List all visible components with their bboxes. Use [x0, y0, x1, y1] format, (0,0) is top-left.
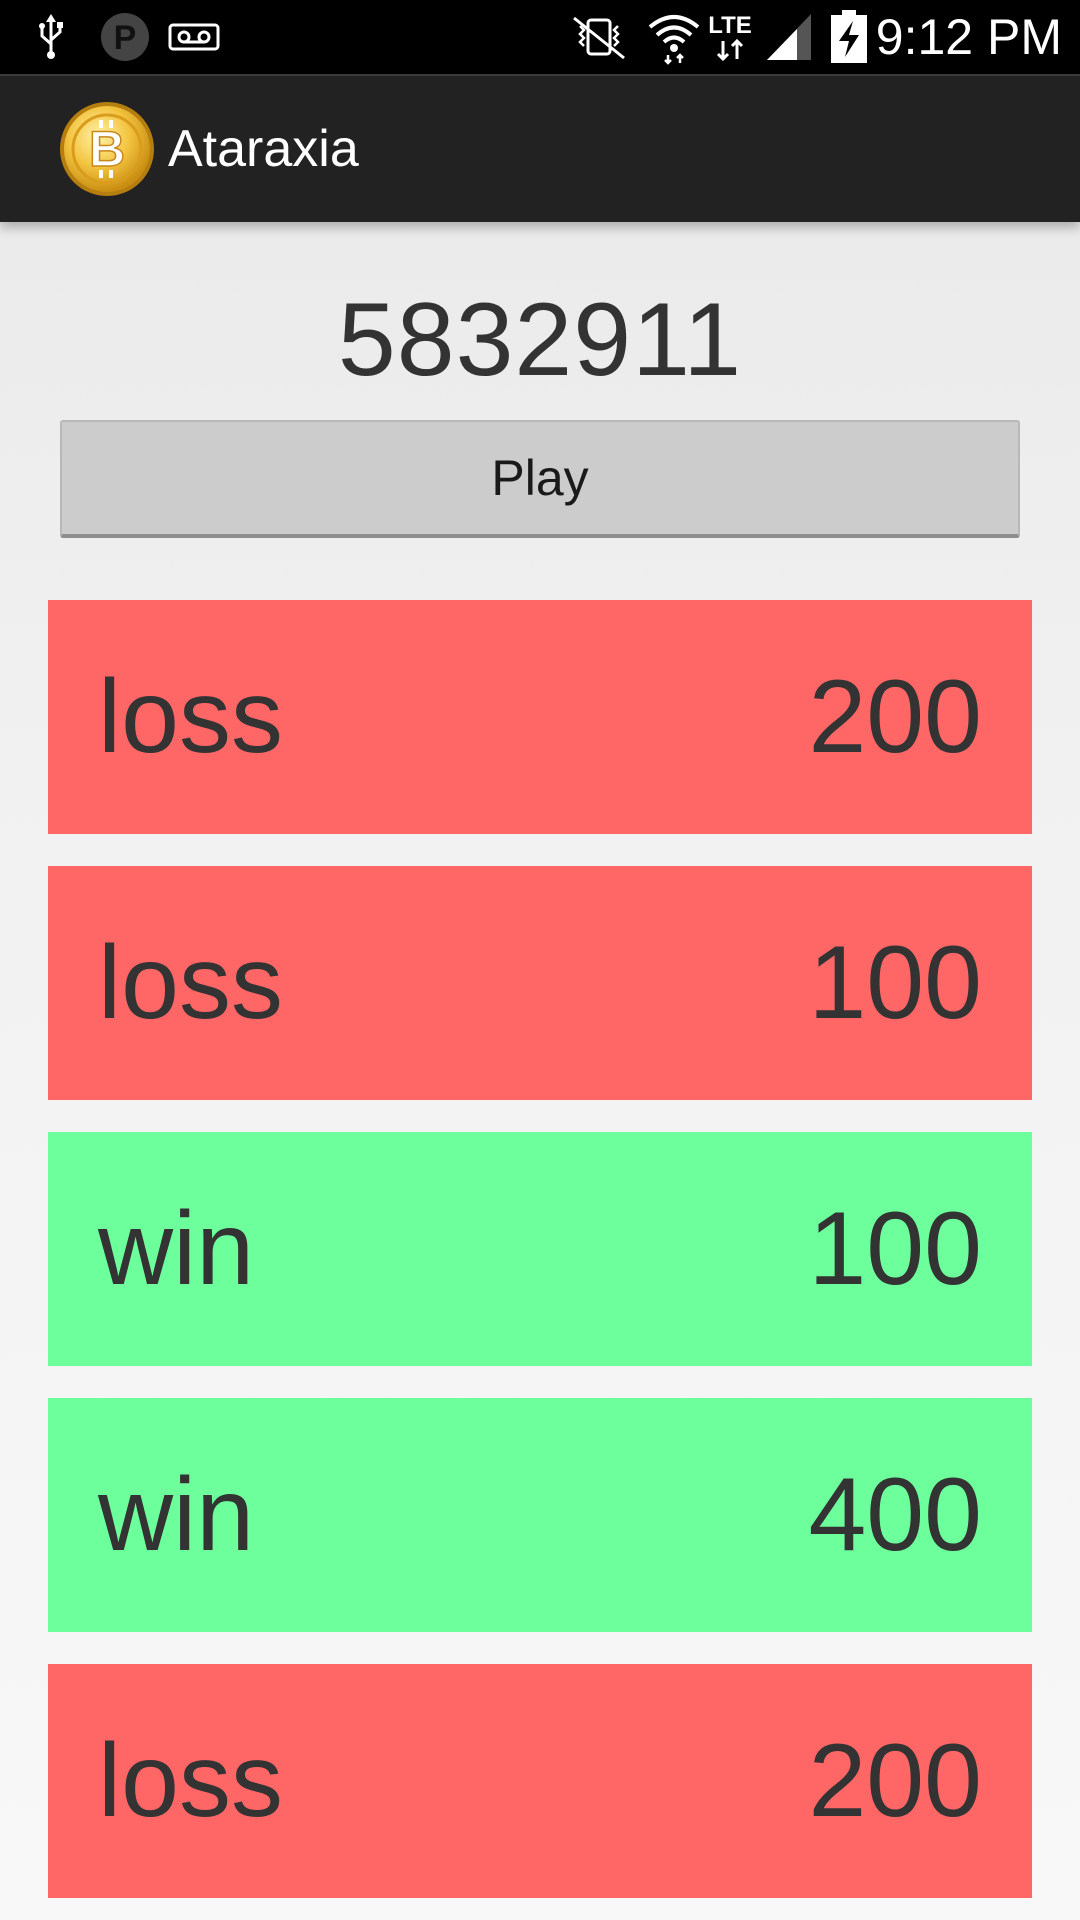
lte-label: LTE	[708, 12, 752, 39]
vibrate-mute-icon	[562, 0, 636, 74]
result-amount: 100	[808, 1191, 982, 1307]
status-time: 9:12 PM	[875, 9, 1062, 65]
lte-icon: LTE	[702, 0, 758, 74]
usb-icon	[28, 0, 74, 74]
result-amount: 100	[808, 925, 982, 1041]
result-row: win 100	[48, 1132, 1032, 1366]
result-outcome: loss	[98, 925, 283, 1041]
result-outcome: loss	[98, 659, 283, 775]
action-bar: B Ataraxia	[0, 74, 1080, 222]
result-row: loss 200	[48, 1664, 1032, 1898]
signal-icon	[764, 0, 814, 74]
status-bar: P LTE 9:12 PM	[0, 0, 1080, 74]
svg-text:P: P	[114, 19, 137, 57]
p-icon: P	[98, 0, 152, 74]
result-amount: 400	[808, 1457, 982, 1573]
voicemail-icon	[168, 0, 220, 74]
result-outcome: win	[98, 1191, 255, 1307]
bitcoin-logo-icon[interactable]: B	[58, 100, 156, 198]
result-amount: 200	[808, 659, 982, 775]
result-outcome: loss	[98, 1723, 283, 1839]
battery-charging-icon	[826, 0, 872, 74]
result-amount: 200	[808, 1723, 982, 1839]
app-title: Ataraxia	[168, 120, 359, 178]
result-row: loss 100	[48, 866, 1032, 1100]
wifi-icon	[644, 0, 704, 74]
result-outcome: win	[98, 1457, 255, 1573]
result-row: win 400	[48, 1398, 1032, 1632]
balance-counter: 5832911	[337, 282, 743, 398]
play-button[interactable]: Play	[60, 420, 1020, 538]
result-row: loss 200	[48, 600, 1032, 834]
results-list: loss 200 loss 100 win 100 win 400 loss 2…	[48, 600, 1032, 1920]
svg-text:B: B	[89, 121, 125, 177]
